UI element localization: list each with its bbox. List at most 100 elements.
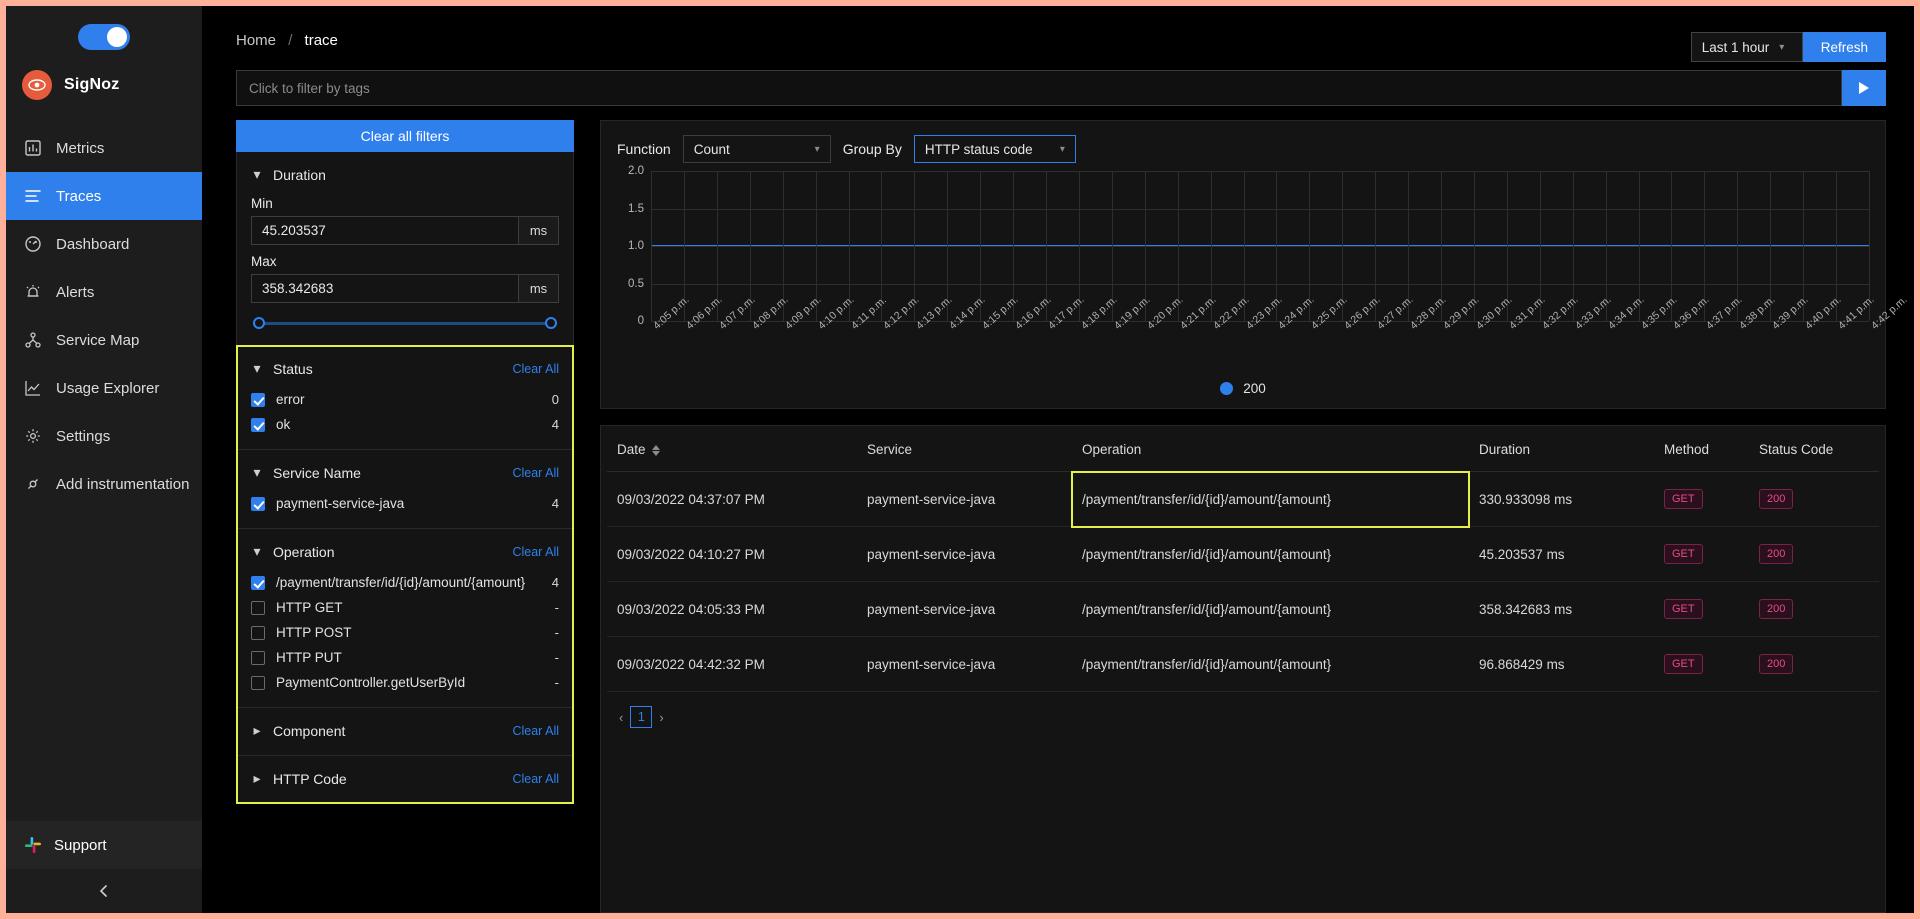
method-badge: GET [1664,654,1703,674]
checkbox[interactable] [251,575,265,590]
clear-all-link[interactable]: Clear All [512,545,559,559]
sidebar-item-label: Metrics [56,139,105,157]
checkbox[interactable] [251,675,265,690]
clear-all-link[interactable]: Clear All [512,466,559,480]
filter-group-header[interactable]: ▾ Duration [237,162,573,187]
gear-icon [24,427,42,445]
duration-max-input[interactable]: 358.342683 [251,274,519,303]
clear-all-filters-button[interactable]: Clear all filters [236,120,574,152]
column-header-method[interactable]: Method [1654,426,1749,472]
traces-table-card: Date Service Operation Duration Method S… [600,425,1886,913]
duration-range-slider[interactable] [253,317,557,329]
tag-filter-input[interactable]: Click to filter by tags [236,70,1842,106]
filter-count: 4 [551,496,559,511]
filter-count: - [554,650,559,665]
slider-handle-max[interactable] [545,317,557,329]
cell-service: payment-service-java [857,636,1072,692]
clear-all-link[interactable]: Clear All [512,772,559,786]
sidebar-item-add-instrumentation[interactable]: Add instrumentation [6,460,202,508]
filter-row[interactable]: error 0 [251,387,559,412]
filter-group-header[interactable]: ▸ Component Clear All [237,718,573,743]
groupby-select[interactable]: HTTP status code ▾ [913,135,1076,163]
theme-toggle-row [6,6,202,60]
pagination-prev[interactable]: ‹ [619,710,623,725]
column-label: Date [617,442,646,457]
sidebar-item-settings[interactable]: Settings [6,412,202,460]
clear-all-link[interactable]: Clear All [512,724,559,738]
filter-row[interactable]: HTTP PUT - [251,645,559,670]
filter-row[interactable]: PaymentController.getUserById - [251,670,559,695]
table-row[interactable]: 09/03/2022 04:42:32 PM payment-service-j… [607,636,1879,692]
column-header-service[interactable]: Service [857,426,1072,472]
column-header-operation[interactable]: Operation [1072,426,1469,472]
filter-group-status: ▾ Status Clear All error 0 ok 4 [237,346,573,450]
filter-row[interactable]: HTTP POST - [251,620,559,645]
filter-count: 4 [551,417,559,432]
cell-status: 200 [1749,581,1879,637]
pagination-next[interactable]: › [659,710,663,725]
checkbox[interactable] [251,496,265,511]
sidebar-item-usage-explorer[interactable]: Usage Explorer [6,364,202,412]
filter-label: payment-service-java [276,496,405,511]
duration-min-input[interactable]: 45.203537 [251,216,519,245]
checkbox[interactable] [251,600,265,615]
filter-row[interactable]: payment-service-java 4 [251,491,559,516]
filter-group-header[interactable]: ▾ Status Clear All [237,356,573,381]
sort-icon[interactable] [651,444,660,456]
filter-row[interactable]: HTTP GET - [251,595,559,620]
support-label: Support [54,836,107,854]
sidebar-item-support[interactable]: Support [6,821,202,869]
filter-row[interactable]: ok 4 [251,412,559,437]
column-header-status-code[interactable]: Status Code [1749,426,1879,472]
cell-status: 200 [1749,526,1879,582]
cell-date: 09/03/2022 04:42:32 PM [607,636,857,692]
duration-min-unit: ms [519,216,559,245]
sidebar-item-label: Traces [56,187,102,205]
table-row[interactable]: 09/03/2022 04:10:27 PM payment-service-j… [607,526,1879,582]
refresh-button[interactable]: Refresh [1802,32,1886,62]
cell-operation: /payment/transfer/id/{id}/amount/{amount… [1072,526,1469,582]
legend-label: 200 [1243,381,1266,396]
sidebar-item-metrics[interactable]: Metrics [6,124,202,172]
sidebar-item-service-map[interactable]: Service Map [6,316,202,364]
clear-all-link[interactable]: Clear All [512,362,559,376]
tag-filter-bar: Click to filter by tags [236,70,1886,106]
right-column: Function Count ▾ Group By HTTP status co… [600,120,1910,913]
filter-group-header[interactable]: ▾ Operation Clear All [237,539,573,564]
chevron-down-icon: ▾ [1059,143,1065,155]
cell-method: GET [1654,581,1749,637]
time-row: Last 1 hour ▾ Refresh [1690,32,1886,62]
sidebar-collapse-button[interactable] [6,869,202,913]
column-header-date[interactable]: Date [607,426,857,472]
filter-label: ok [276,417,291,432]
chevron-down-icon: ▾ [253,360,261,376]
function-select[interactable]: Count ▾ [682,135,831,163]
filter-sidebar: Clear all filters ▾ Duration Min 45.2035 [236,120,574,913]
checkbox[interactable] [251,417,265,432]
filter-group-title: Duration [273,166,326,183]
theme-toggle[interactable] [78,24,130,50]
checkbox[interactable] [251,650,265,665]
play-icon[interactable] [1842,70,1886,106]
time-range-select[interactable]: Last 1 hour ▾ [1690,32,1803,62]
filter-group-header[interactable]: ▾ Service Name Clear All [237,460,573,485]
bar-chart-icon [24,139,42,157]
slider-handle-min[interactable] [253,317,265,329]
column-header-duration[interactable]: Duration [1469,426,1654,472]
filter-group-body: /payment/transfer/id/{id}/amount/{amount… [237,564,573,695]
filter-group-header[interactable]: ▸ HTTP Code Clear All [237,766,573,791]
checkbox[interactable] [251,392,265,407]
sidebar-item-traces[interactable]: Traces [6,172,202,220]
pagination-page-1[interactable]: 1 [630,706,653,728]
table-row[interactable]: 09/03/2022 04:05:33 PM payment-service-j… [607,581,1879,637]
sidebar-item-alerts[interactable]: Alerts [6,268,202,316]
cell-method: GET [1654,636,1749,692]
filter-row[interactable]: /payment/transfer/id/{id}/amount/{amount… [251,570,559,595]
chevron-down-icon: ▾ [253,464,261,480]
sidebar-item-dashboard[interactable]: Dashboard [6,220,202,268]
breadcrumb-home[interactable]: Home [236,32,276,49]
checkbox[interactable] [251,625,265,640]
table-row[interactable]: 09/03/2022 04:37:07 PM payment-service-j… [607,470,1879,528]
app-window: SigNoz Metrics Traces Dashboard Alerts S… [0,0,1920,919]
